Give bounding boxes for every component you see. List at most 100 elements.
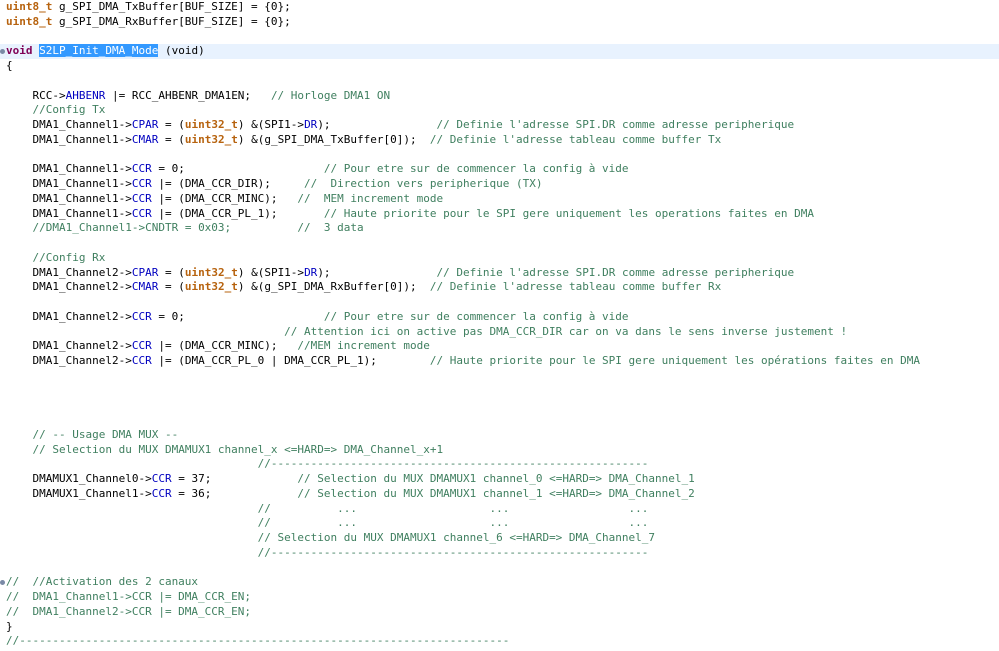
code-line[interactable]: DMA1_Channel2->CPAR = (uint32_t) &(SPI1-… — [0, 266, 999, 281]
selected-identifier: S2LP_Init_DMA_Mode — [39, 44, 159, 58]
type-name: uint32_t — [184, 280, 238, 294]
code-comment: // Definie l'adresse tableau comme buffe… — [429, 132, 722, 146]
code-comment: //Config Rx — [32, 250, 106, 264]
field-name: DR — [304, 118, 318, 131]
code-comment: // Selection du MUX DMAMUX1 channel_6 <=… — [257, 531, 656, 544]
code-comment: // -- Usage DMA MUX -- — [32, 427, 179, 441]
field-name: CCR — [131, 309, 152, 323]
code-text: DMA1_Channel1-> — [6, 177, 132, 190]
code-line[interactable]: DMA1_Channel1->CCR |= (DMA_CCR_PL_1); //… — [0, 207, 999, 222]
field-name: CMAR — [131, 132, 159, 146]
code-editor[interactable]: uint8_t g_SPI_DMA_TxBuffer[BUF_SIZE] = {… — [0, 0, 999, 651]
code-line[interactable]: // //Activation des 2 canaux — [0, 575, 999, 590]
code-text: |= (DMA_CCR_MINC); — [151, 191, 298, 205]
code-line[interactable]: // Selection du MUX DMAMUX1 channel_6 <=… — [0, 531, 999, 546]
field-name: DR — [304, 265, 318, 279]
code-line[interactable]: //--------------------------------------… — [0, 457, 999, 472]
code-line[interactable]: DMA1_Channel2->CCR = 0; // Pour etre sur… — [0, 310, 999, 325]
field-name: CMAR — [131, 280, 159, 294]
code-line[interactable]: DMA1_Channel1->CCR = 0; // Pour etre sur… — [0, 162, 999, 177]
code-text: DMA1_Channel1-> — [6, 191, 132, 205]
code-line[interactable]: // Selection du MUX DMAMUX1 channel_x <=… — [0, 443, 999, 458]
code-line[interactable]: //--------------------------------------… — [0, 546, 999, 561]
code-line[interactable]: // DMA1_Channel1->CCR |= DMA_CCR_EN; — [0, 590, 999, 605]
code-text: DMA1_Channel2-> — [6, 309, 132, 323]
field-name: CCR — [131, 162, 152, 176]
code-text: } — [6, 619, 13, 633]
code-line[interactable]: // Attention ici on active pas DMA_CCR_D… — [0, 325, 999, 340]
code-text: DMAMUX1_Channel0-> — [6, 472, 152, 485]
code-line[interactable]: { — [0, 59, 999, 74]
code-line[interactable] — [0, 384, 999, 399]
code-line[interactable]: // -- Usage DMA MUX -- — [0, 428, 999, 443]
code-line[interactable] — [0, 413, 999, 428]
code-text: ) &(SPI1-> — [237, 118, 305, 131]
code-line[interactable] — [0, 295, 999, 310]
code-line[interactable]: //DMA1_Channel1->CNDTR = 0x03; // 3 data — [0, 221, 999, 236]
code-comment: // MEM increment mode — [297, 191, 444, 205]
code-line[interactable] — [0, 561, 999, 576]
type-name: uint8_t — [6, 14, 53, 28]
code-comment: //Config Tx — [32, 103, 106, 117]
code-line[interactable]: //--------------------------------------… — [0, 634, 999, 649]
code-line[interactable]: DMAMUX1_Channel0->CCR = 37; // Selection… — [0, 472, 999, 487]
code-line[interactable]: DMA1_Channel1->CPAR = (uint32_t) &(SPI1-… — [0, 118, 999, 133]
code-line[interactable]: RCC->AHBENR |= RCC_AHBENR_DMA1EN; // Hor… — [0, 89, 999, 104]
code-line[interactable]: //Config Rx — [0, 251, 999, 266]
code-line[interactable] — [0, 148, 999, 163]
code-text: DMA1_Channel1-> — [6, 162, 132, 176]
type-name: uint8_t — [6, 0, 53, 13]
code-text: = 0; — [151, 162, 324, 176]
type-name: uint32_t — [184, 118, 238, 131]
code-line[interactable]: DMA1_Channel2->CCR |= (DMA_CCR_MINC); //… — [0, 339, 999, 354]
code-line[interactable]: //Config Tx — [0, 103, 999, 118]
code-comment: // Horloge DMA1 ON — [270, 88, 391, 102]
code-line[interactable]: // DMA1_Channel2->CCR |= DMA_CCR_EN; — [0, 605, 999, 620]
code-line[interactable]: DMA1_Channel1->CCR |= (DMA_CCR_DIR); // … — [0, 177, 999, 192]
fold-marker-icon[interactable] — [0, 580, 5, 586]
code-line[interactable] — [0, 30, 999, 45]
current-code-line[interactable]: void S2LP_Init_DMA_Mode (void) — [0, 44, 999, 59]
type-name: uint32_t — [184, 265, 238, 279]
code-text: DMA1_Channel1-> — [6, 132, 132, 146]
code-text: |= (DMA_CCR_MINC); — [151, 339, 298, 353]
code-line[interactable] — [0, 74, 999, 89]
code-line[interactable]: DMA1_Channel2->CCR |= (DMA_CCR_PL_0 | DM… — [0, 354, 999, 369]
code-text: DMA1_Channel2-> — [6, 354, 132, 367]
code-line[interactable]: uint8_t g_SPI_DMA_TxBuffer[BUF_SIZE] = {… — [0, 0, 999, 15]
code-text: DMAMUX1_Channel1-> — [6, 486, 152, 500]
code-text: DMA1_Channel2-> — [6, 280, 132, 294]
code-line[interactable]: DMAMUX1_Channel1->CCR = 36; // Selection… — [0, 487, 999, 502]
type-name: uint32_t — [184, 132, 238, 146]
code-line[interactable] — [0, 369, 999, 384]
code-comment: // Selection du MUX DMAMUX1 channel_x <=… — [32, 442, 444, 456]
code-comment: // Direction vers peripherique (TX) — [304, 177, 543, 190]
code-comment: // Haute priorite pour le SPI gere uniqu… — [323, 206, 814, 220]
code-line[interactable]: // ... ... ... — [0, 502, 999, 517]
code-line[interactable] — [0, 398, 999, 413]
code-comment: // Definie l'adresse SPI.DR comme adress… — [436, 265, 795, 279]
code-line[interactable]: DMA1_Channel1->CCR |= (DMA_CCR_MINC); //… — [0, 192, 999, 207]
code-text: g_SPI_DMA_RxBuffer[BUF_SIZE] = {0}; — [52, 14, 291, 28]
code-line[interactable]: DMA1_Channel2->CMAR = (uint32_t) &(g_SPI… — [0, 280, 999, 295]
code-text: ); — [317, 265, 437, 279]
code-text: = 36; — [171, 486, 298, 500]
code-line[interactable]: uint8_t g_SPI_DMA_RxBuffer[BUF_SIZE] = {… — [0, 15, 999, 30]
code-text: |= (DMA_CCR_DIR); — [151, 177, 305, 190]
code-line[interactable]: } — [0, 620, 999, 635]
field-name: CCR — [151, 472, 172, 485]
code-text: DMA1_Channel1-> — [6, 206, 132, 220]
code-text: = 0; — [151, 309, 324, 323]
fold-marker-icon[interactable] — [0, 49, 5, 55]
code-line[interactable] — [0, 236, 999, 251]
code-line[interactable]: // ... ... ... — [0, 516, 999, 531]
code-comment: // Pour etre sur de commencer la config … — [323, 309, 629, 323]
code-line[interactable]: DMA1_Channel1->CMAR = (uint32_t) &(g_SPI… — [0, 133, 999, 148]
